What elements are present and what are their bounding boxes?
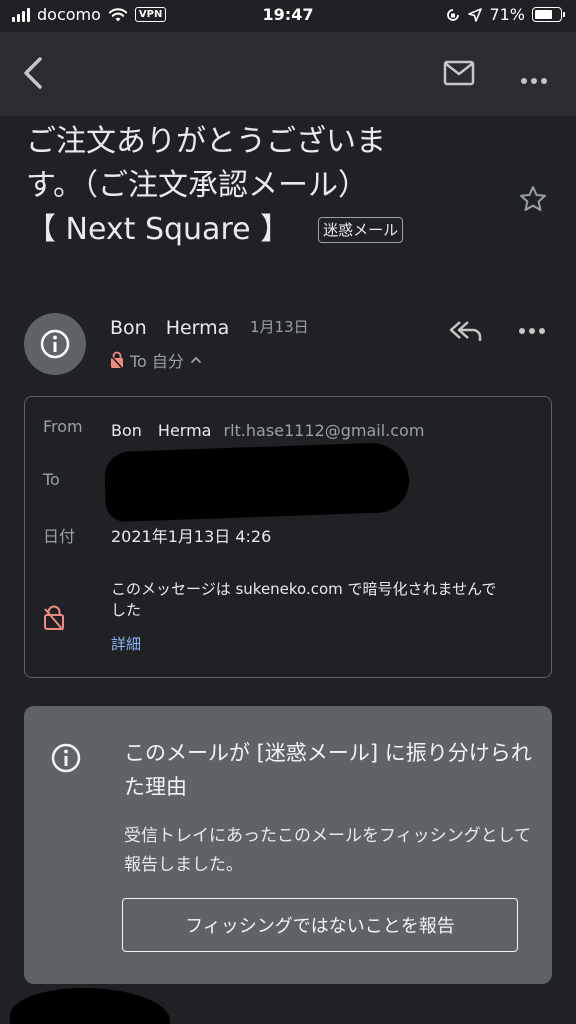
more-horizontal-icon <box>521 78 547 84</box>
star-button[interactable] <box>518 184 548 218</box>
info-icon <box>51 743 81 773</box>
recipient-toggle[interactable]: To 自分 <box>110 348 202 372</box>
mark-unread-button[interactable] <box>443 60 475 90</box>
sender-date: 1月13日 <box>250 318 309 336</box>
more-horizontal-icon <box>519 328 545 334</box>
battery-level <box>535 10 553 19</box>
encryption-notice: このメッセージは sukeneko.com で暗号化されませんでした <box>111 580 497 619</box>
sender-name: Bon Herma <box>110 317 230 339</box>
message-details: From Bon Herma rlt.hase1112@gmail.com To … <box>24 396 552 678</box>
spam-reason-body: 受信トレイにあったこのメールをフィッシングとして報告しました。 <box>124 826 532 875</box>
from-name: Bon Herma <box>111 421 212 440</box>
date-label: 日付 <box>43 527 76 546</box>
location-icon <box>468 7 483 22</box>
lock-warning-icon <box>111 351 123 369</box>
subject-line-3: 【 Next Square 】 <box>26 212 291 247</box>
battery-icon <box>532 7 565 22</box>
subject-line-1: ご注文ありがとうございま <box>26 124 386 159</box>
message-more-button[interactable] <box>518 320 546 339</box>
from-value: Bon Herma rlt.hase1112@gmail.com <box>111 417 424 441</box>
spam-label-chip[interactable]: 迷惑メール <box>318 217 404 243</box>
toolbar <box>0 32 576 116</box>
card-info-icon <box>50 742 82 778</box>
redaction-mark <box>103 441 411 523</box>
subject-line-2: す。（ご注文承認メール） <box>26 168 368 203</box>
spam-reason-title: このメールが [迷惑メール] に振り分けられた理由 <box>124 741 532 799</box>
star-icon <box>520 186 546 211</box>
to-label: To <box>43 470 60 489</box>
recipient-label: To 自分 <box>130 352 184 371</box>
reply-all-icon <box>449 321 482 341</box>
email-subject: ご注文ありがとうございま す。（ご注文承認メール） 【 Next Square … <box>26 120 496 252</box>
lock-warning-icon <box>44 605 64 631</box>
details-link[interactable]: 詳細 <box>111 633 141 654</box>
mail-icon <box>443 60 475 86</box>
redaction-mark-bottom <box>10 988 170 1024</box>
back-button[interactable] <box>22 56 44 94</box>
spam-reason-card: このメールが [迷惑メール] に振り分けられた理由 受信トレイにあったこのメール… <box>24 706 552 984</box>
battery-percent: 71% <box>489 5 525 24</box>
report-not-phishing-button[interactable]: フィッシングではないことを報告 <box>122 898 518 952</box>
status-bar: docomo VPN 19:47 71% <box>0 0 576 32</box>
more-button[interactable] <box>520 70 548 89</box>
lock-warning-icon-large <box>43 605 65 635</box>
status-right: 71% <box>445 5 565 24</box>
from-email[interactable]: rlt.hase1112@gmail.com <box>223 421 424 440</box>
info-icon <box>40 329 70 359</box>
from-label: From <box>43 417 83 436</box>
sender-avatar[interactable] <box>24 313 86 375</box>
chevron-left-icon <box>24 57 42 89</box>
rotation-lock-icon <box>447 8 460 21</box>
subject-line-3-row: 【 Next Square 】 迷惑メール <box>26 208 496 252</box>
reply-all-button[interactable] <box>448 318 484 348</box>
chevron-up-icon <box>190 356 202 364</box>
date-value: 2021年1月13日 4:26 <box>111 527 272 546</box>
